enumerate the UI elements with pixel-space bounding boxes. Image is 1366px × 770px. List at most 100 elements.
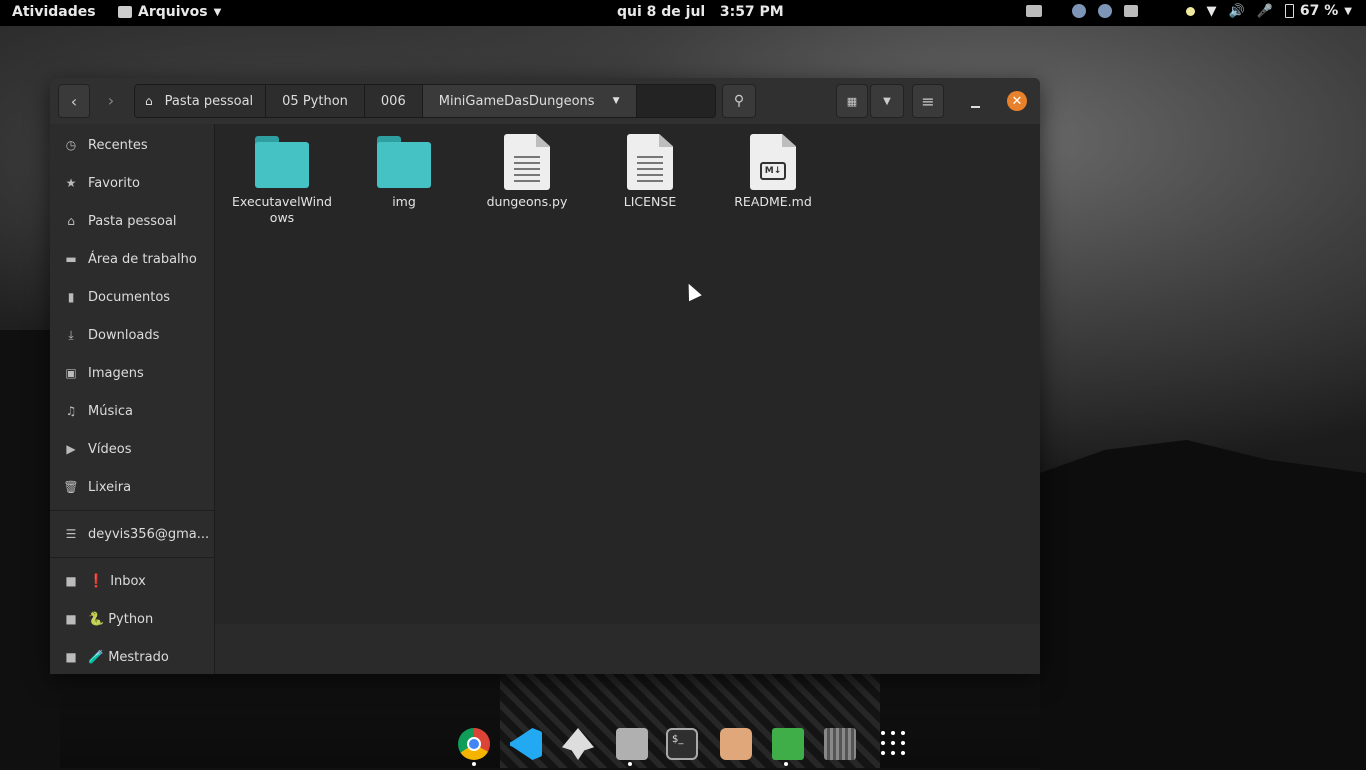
breadcrumb-current[interactable]: MiniGameDasDungeons ▼	[422, 85, 637, 117]
breadcrumb-python[interactable]: 05 Python	[266, 85, 365, 117]
clock[interactable]: qui 8 de jul 3:57 PM	[617, 4, 784, 20]
chrome-icon[interactable]	[458, 728, 490, 760]
volume-icon[interactable]: 🔊	[1229, 4, 1245, 19]
sidebar-item-imagens[interactable]: ▣ Imagens	[50, 358, 214, 388]
header-bar: ‹ › ⌂ Pasta pessoal 05 Python 006 MiniGa…	[50, 78, 1040, 125]
inkscape-icon[interactable]	[562, 728, 594, 760]
breadcrumb-label: MiniGameDasDungeons	[438, 93, 595, 109]
breadcrumb-006[interactable]: 006	[364, 85, 423, 117]
file-item[interactable]: dungeons.py	[472, 134, 582, 210]
app-menu[interactable]: Arquivos ▼	[118, 4, 221, 20]
chevron-down-icon: ▼	[612, 96, 620, 106]
minimize-button[interactable]	[965, 92, 985, 112]
folder-icon	[255, 134, 309, 188]
home-icon: ⌂	[145, 94, 153, 108]
show-apps-icon[interactable]	[878, 728, 910, 760]
files-icon[interactable]	[616, 728, 648, 760]
chevron-down-icon[interactable]: ▼	[1344, 6, 1352, 17]
sidebar-item-favorito[interactable]: ★ Favorito	[50, 168, 214, 198]
spreadsheet-icon[interactable]	[772, 728, 804, 760]
folder-icon	[377, 134, 431, 188]
battery-percent[interactable]: 67 %	[1300, 3, 1338, 19]
file-item[interactable]: img	[349, 134, 459, 210]
chevron-down-icon: ▼	[883, 95, 891, 107]
app-store-icon[interactable]	[720, 728, 752, 760]
sidebar: ◷ Recentes ★ Favorito ⌂ Pasta pessoal ▬ …	[50, 124, 215, 674]
breadcrumb-label: 006	[380, 93, 406, 109]
sidebar-item-pasta-pessoal[interactable]: ⌂ Pasta pessoal	[50, 206, 214, 236]
minimize-icon	[970, 106, 980, 108]
sidebar-item-python[interactable]: ■ 🐍 Python	[50, 604, 214, 634]
bookmark-emoji-icon: 🧪	[88, 649, 105, 665]
sidebar-item-mestrado[interactable]: ■ 🧪 Mestrado	[50, 642, 214, 672]
sidebar-item-label: Python	[108, 611, 154, 627]
files-app-icon	[118, 6, 132, 18]
file-item[interactable]: ExecutavelWindows	[227, 134, 337, 226]
sidebar-item-label: Inbox	[110, 573, 146, 589]
sidebar-item-label: Mestrado	[108, 649, 169, 665]
sidebar-item-downloads[interactable]: ⤓ Downloads	[50, 320, 214, 350]
breadcrumb-home[interactable]: ⌂ Pasta pessoal	[135, 85, 267, 117]
screen-share-icon[interactable]	[1025, 5, 1042, 17]
chevron-right-icon: ›	[107, 90, 115, 110]
breadcrumb-label: 05 Python	[282, 93, 348, 109]
trash-icon[interactable]	[824, 728, 856, 760]
night-light-icon[interactable]	[1185, 6, 1195, 16]
sidebar-item-inbox[interactable]: ■ ❗ Inbox	[50, 566, 214, 596]
wifi-icon[interactable]: ▼	[1207, 4, 1217, 19]
sidebar-item-recentes[interactable]: ◷ Recentes	[50, 130, 214, 160]
battery-icon[interactable]	[1284, 4, 1294, 18]
folder-icon: ■	[65, 612, 77, 626]
bottom-area	[215, 624, 1040, 674]
home-icon: ⌂	[67, 214, 75, 228]
terminal-icon[interactable]: $_	[666, 728, 698, 760]
video-icon: ▶	[66, 442, 76, 456]
sidebar-item-label: deyvis356@gma...	[88, 526, 210, 542]
indicator-icon-2[interactable]	[1097, 4, 1112, 18]
bookmark-emoji-icon: 🐍	[88, 611, 105, 627]
sidebar-item-documentos[interactable]: ▮ Documentos	[50, 282, 214, 312]
view-toggle-button[interactable]: ▦	[836, 84, 868, 118]
menu-button[interactable]: ≡	[912, 84, 944, 118]
running-indicator	[784, 762, 788, 766]
sidebar-item-videos[interactable]: ▶ Vídeos	[50, 434, 214, 464]
sidebar-item-account[interactable]: ☰ deyvis356@gma...	[50, 519, 214, 549]
file-view[interactable]: ExecutavelWindows img dungeons.py LICENS…	[215, 124, 1040, 674]
sidebar-item-lixeira[interactable]: 🗑 Lixeira	[50, 472, 214, 502]
file-item[interactable]: M↓ README.md	[718, 134, 828, 210]
desktop-icon: ▬	[65, 252, 77, 266]
sidebar-item-area-de-trabalho[interactable]: ▬ Área de trabalho	[50, 244, 214, 274]
vscode-icon[interactable]	[510, 728, 542, 760]
file-item[interactable]: LICENSE	[595, 134, 705, 210]
folder-icon: ■	[65, 574, 77, 588]
breadcrumb-label: Pasta pessoal	[164, 93, 254, 109]
system-tray[interactable]: ▼ 🔊 🎤 67 % ▼	[1025, 3, 1352, 19]
file-name: LICENSE	[623, 194, 677, 209]
indicator-icon[interactable]	[1071, 4, 1086, 18]
sidebar-item-label: Música	[88, 403, 133, 419]
close-button[interactable]: ✕	[1007, 91, 1027, 111]
sidebar-item-musica[interactable]: ♫ Música	[50, 396, 214, 426]
forward-button[interactable]: ›	[96, 84, 126, 116]
image-icon: ▣	[65, 366, 77, 380]
close-icon: ✕	[1011, 93, 1023, 109]
update-icon[interactable]	[1123, 5, 1138, 17]
top-bar: Atividades Arquivos ▼ qui 8 de jul 3:57 …	[0, 0, 1366, 26]
sidebar-item-label: Favorito	[88, 175, 140, 191]
microphone-icon[interactable]: 🎤	[1257, 4, 1273, 19]
sidebar-item-label: Recentes	[88, 137, 148, 153]
music-icon: ♫	[65, 404, 77, 418]
view-options-button[interactable]: ▼	[870, 84, 904, 118]
activities-button[interactable]: Atividades	[12, 4, 96, 20]
sidebar-item-label: Imagens	[88, 365, 144, 381]
download-icon: ⤓	[68, 327, 74, 342]
dock: $_	[450, 722, 920, 768]
sidebar-separator	[50, 557, 214, 558]
sidebar-item-label: Lixeira	[88, 479, 132, 495]
clock-icon: ◷	[65, 138, 77, 152]
grid-icon: ▦	[846, 94, 858, 108]
search-button[interactable]: ⚲	[722, 84, 756, 118]
back-button[interactable]: ‹	[58, 84, 90, 118]
chevron-down-icon: ▼	[213, 6, 222, 18]
path-bar: ⌂ Pasta pessoal 05 Python 006 MiniGameDa…	[134, 84, 716, 118]
